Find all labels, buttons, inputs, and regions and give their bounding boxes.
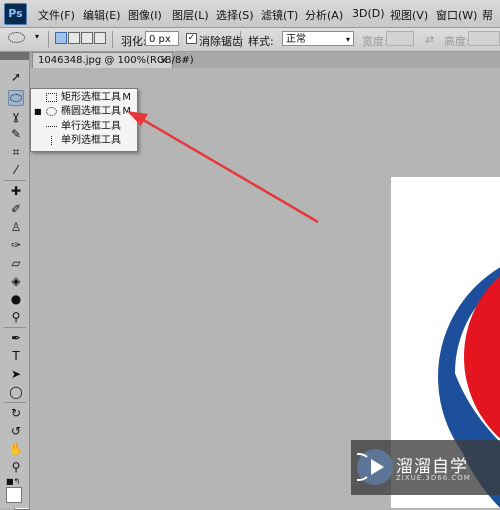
watermark: 溜溜自学 ZIXUE.3D66.COM: [344, 440, 500, 495]
watermark-logo-icon: [344, 449, 393, 485]
watermark-subtitle: ZIXUE.3D66.COM: [396, 474, 471, 482]
